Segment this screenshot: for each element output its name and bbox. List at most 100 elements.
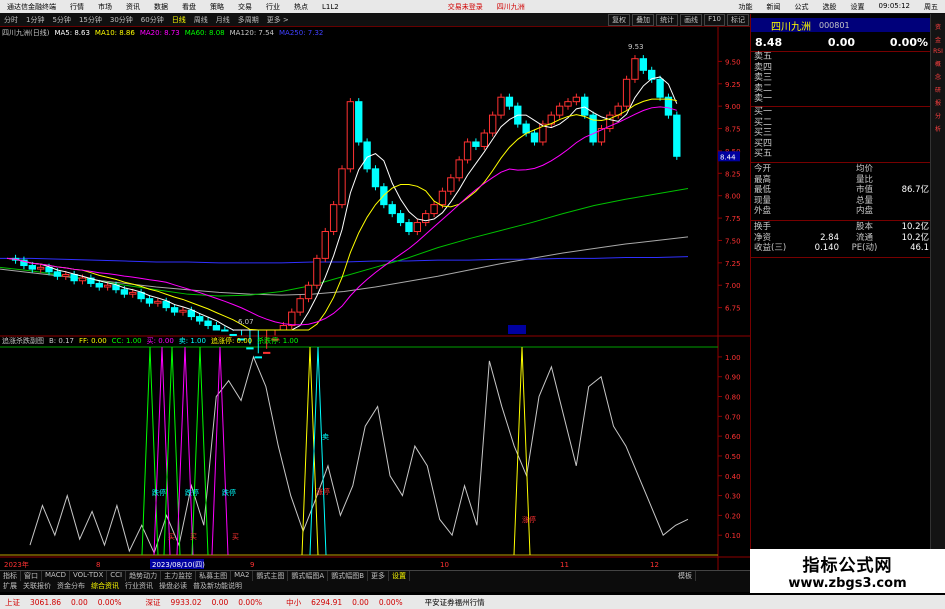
- index-sz-label[interactable]: 深证: [141, 597, 166, 608]
- tab-more[interactable]: 更多: [368, 571, 390, 581]
- tab-ma2[interactable]: MA2: [231, 571, 254, 581]
- period-5min[interactable]: 5分钟: [48, 15, 74, 25]
- index-sh-label[interactable]: 上证: [0, 597, 25, 608]
- tab-cci[interactable]: CCI: [107, 571, 127, 581]
- candle-body: [221, 329, 229, 332]
- quote-stats-1: 今开 均价 最高 量比 最低 市值 86.7亿 现量 总量 外盘 内盘: [751, 164, 931, 217]
- menu-watch[interactable]: 看盘: [175, 2, 203, 12]
- overlay-button[interactable]: 叠加: [632, 13, 655, 26]
- login-alert[interactable]: 交易未登录: [441, 2, 490, 12]
- menu-function[interactable]: 功能: [732, 2, 760, 12]
- signal-label: 跌停: [152, 488, 166, 497]
- tab-parrot-main[interactable]: 鹦式主图: [253, 571, 289, 581]
- menu-formula[interactable]: 公式: [788, 2, 816, 12]
- adjust-button[interactable]: 复权: [608, 13, 631, 26]
- candle-body: [363, 141, 371, 170]
- side-tab-3[interactable]: RSI: [933, 48, 943, 55]
- tab-parrot-b[interactable]: 鹦式幅图B: [328, 571, 369, 581]
- mark-button[interactable]: 标记: [727, 13, 749, 26]
- ext-tab-6[interactable]: 操盘必读: [156, 581, 190, 592]
- tab-template[interactable]: 模板: [675, 571, 697, 581]
- index-zx-label[interactable]: 中小: [281, 597, 306, 608]
- draw-button[interactable]: 画线: [680, 13, 703, 26]
- signal-label: 卖: [322, 433, 329, 441]
- sell-level-4: 卖四: [754, 62, 773, 73]
- side-tab-4[interactable]: 概: [935, 59, 941, 68]
- period-60min[interactable]: 60分钟: [137, 15, 168, 25]
- sub-tick-label: 0.10: [725, 532, 741, 540]
- period-1min[interactable]: 1分钟: [22, 15, 48, 25]
- kline-chart[interactable]: 9.509.259.008.758.508.258.007.757.507.25…: [0, 27, 750, 570]
- ext-tab-3[interactable]: 资金分布: [54, 581, 88, 592]
- menu-hot[interactable]: 热点: [287, 2, 315, 12]
- f10-button[interactable]: F10: [704, 13, 725, 26]
- side-tab-2[interactable]: 金: [935, 35, 941, 44]
- tab-window[interactable]: 窗口: [21, 571, 42, 581]
- period-intraday[interactable]: 分时: [0, 15, 22, 25]
- tab-macd[interactable]: MACD: [42, 571, 70, 581]
- candle-body: [62, 273, 70, 277]
- sub-limitup-label: 追涨停: 0.00: [210, 337, 253, 345]
- menu-settings[interactable]: 设置: [844, 2, 872, 12]
- candle-body: [154, 300, 162, 304]
- ext-tab-2[interactable]: 关联报价: [20, 581, 54, 592]
- tab-settings[interactable]: 设置: [389, 571, 411, 581]
- period-15min[interactable]: 15分钟: [75, 15, 106, 25]
- period-30min[interactable]: 30分钟: [106, 15, 137, 25]
- period-multi[interactable]: 多周期: [234, 15, 263, 25]
- time-axis-label: 10: [440, 561, 449, 569]
- price-tick-label: 7.75: [725, 215, 741, 223]
- menu-data[interactable]: 数据: [147, 2, 175, 12]
- side-tab-6[interactable]: 研: [935, 85, 941, 94]
- candle-body: [455, 159, 463, 179]
- tab-trend[interactable]: 趋势动力: [126, 571, 162, 581]
- tab-indicator[interactable]: 指标: [0, 571, 21, 581]
- sub-tick-label: 0.80: [725, 394, 741, 402]
- index-status-bar: 上证 3061.86 0.00 0.00% 深证 9933.02 0.00 0.…: [0, 595, 945, 609]
- period-more[interactable]: 更多 >: [263, 15, 293, 25]
- candle-body: [28, 265, 36, 270]
- main-chart-title: 四川九洲(日线): [2, 29, 50, 37]
- menu-trade[interactable]: 交易: [231, 2, 259, 12]
- side-tab-9[interactable]: 析: [935, 124, 941, 133]
- ext-tab-5[interactable]: 行业资讯: [122, 581, 156, 592]
- tab-private[interactable]: 私募主图: [196, 571, 232, 581]
- candle-body: [120, 289, 129, 295]
- menu-strategy[interactable]: 策略: [203, 2, 231, 12]
- price-tick-label: 7.25: [725, 260, 741, 268]
- tab-main-monitor[interactable]: 主力监控: [161, 571, 197, 581]
- stat-row: 净资 2.84 流通 10.2亿: [754, 232, 929, 243]
- side-tab-1[interactable]: 资: [935, 22, 941, 31]
- menu-newsfeed[interactable]: 新闻: [760, 2, 788, 12]
- price-tick-label: 8.00: [725, 193, 741, 201]
- tab-parrot-a[interactable]: 鹦式幅图A: [288, 571, 329, 581]
- quote-change: 0.00: [827, 36, 856, 49]
- period-monthly[interactable]: 月线: [212, 15, 234, 25]
- side-tab-7[interactable]: 报: [935, 98, 941, 107]
- period-weekly[interactable]: 周线: [190, 15, 212, 25]
- menu-screener[interactable]: 选股: [816, 2, 844, 12]
- tab-vol[interactable]: VOL-TDX: [70, 571, 108, 581]
- menu-industry[interactable]: 行业: [259, 2, 287, 12]
- ext-tab-4[interactable]: 综合资讯: [88, 581, 122, 592]
- candle-body: [622, 78, 631, 107]
- sub-tick-label: 0.70: [725, 413, 741, 421]
- menu-l1l2[interactable]: L1L2: [315, 3, 346, 11]
- candle-body: [564, 101, 572, 107]
- candle-body: [463, 141, 472, 161]
- menu-quotes[interactable]: 行情: [63, 2, 91, 12]
- sell-level-2: 卖二: [754, 83, 773, 94]
- chart-background: [0, 27, 750, 570]
- ext-tab-7[interactable]: 普及新功能说明: [190, 581, 245, 592]
- side-tab-5[interactable]: 念: [935, 72, 941, 81]
- period-daily[interactable]: 日线: [168, 15, 190, 25]
- time-axis-label: 9: [250, 561, 254, 569]
- candle-body: [488, 114, 497, 134]
- menu-market[interactable]: 市场: [91, 2, 119, 12]
- ext-tab-1[interactable]: 扩展: [0, 581, 20, 592]
- stat-row: 最高 量比: [754, 174, 873, 185]
- menu-news[interactable]: 资讯: [119, 2, 147, 12]
- quote-price-row: 8.48 0.00 0.00%: [751, 36, 931, 50]
- side-tab-8[interactable]: 分: [935, 111, 941, 120]
- stats-button[interactable]: 统计: [656, 13, 679, 26]
